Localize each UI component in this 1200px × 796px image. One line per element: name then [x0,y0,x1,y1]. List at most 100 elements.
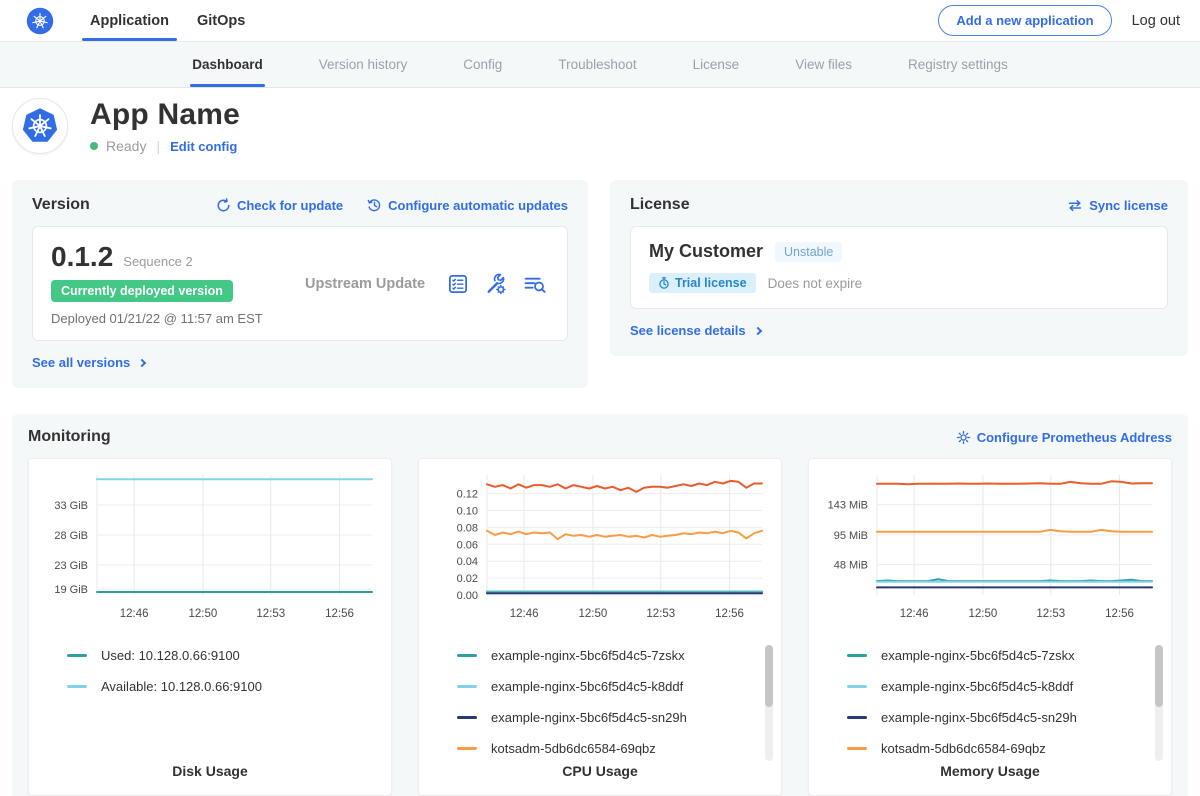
tab-registry-settings[interactable]: Registry settings [908,42,1008,87]
config-wrench-icon[interactable] [485,273,507,295]
version-sequence: Sequence 2 [123,254,192,269]
legend-color-dash [67,685,87,688]
refresh-icon [216,198,231,213]
nav-tab-gitops-label: GitOps [197,13,245,29]
customer-name: My Customer [649,241,763,262]
legend-color-dash [457,716,477,719]
legend-label: example-nginx-5bc6f5d4c5-sn29h [881,710,1077,725]
tab-config[interactable]: Config [463,42,502,87]
kubernetes-logo-icon [26,0,54,41]
license-summary-row: My Customer Unstable Trial license Does … [630,226,1168,309]
app-sub-nav: Dashboard Version history Config Trouble… [0,42,1200,88]
kubernetes-helm-icon [18,104,62,148]
legend-label: kotsadm-5db6dc6584-69qbz [491,741,656,756]
legend-item: example-nginx-5bc6f5d4c5-sn29h [847,710,1159,725]
legend-scrollbar[interactable] [1155,645,1163,761]
auto-update-clock-icon [367,198,382,213]
legend-color-dash [847,716,867,719]
tab-version-history[interactable]: Version history [319,42,408,87]
legend-item: example-nginx-5bc6f5d4c5-k8ddf [457,679,769,694]
license-card: License Sync license My Customer Unstabl… [610,180,1188,356]
legend-label: Used: 10.128.0.66:9100 [101,648,240,663]
deployed-badge: Currently deployed version [51,280,233,302]
chevron-right-icon [753,326,761,334]
nav-tab-application[interactable]: Application [76,0,183,41]
svg-text:19 GiB: 19 GiB [54,584,88,596]
app-header: App Name Ready | Edit config [0,88,1200,168]
chart-plot: 48 MiB95 MiB143 MiB12:4612:5012:5312:56 [821,467,1159,640]
sync-arrows-icon [1067,198,1083,213]
status-text: Ready [106,138,146,154]
svg-text:12:53: 12:53 [1036,608,1065,620]
svg-text:0.08: 0.08 [457,522,478,534]
chart-title: Disk Usage [29,763,391,779]
tab-troubleshoot[interactable]: Troubleshoot [558,42,636,87]
legend-item: Available: 10.128.0.66:9100 [67,679,379,694]
top-nav: Application GitOps Add a new application… [0,0,1200,42]
divider: | [154,138,162,154]
legend-item: example-nginx-5bc6f5d4c5-sn29h [457,710,769,725]
legend-item: kotsadm-5db6dc6584-69qbz [847,741,1159,756]
chart-legend: example-nginx-5bc6f5d4c5-7zskxexample-ng… [431,648,769,756]
svg-text:0.06: 0.06 [457,539,478,551]
svg-text:12:50: 12:50 [578,608,607,620]
svg-text:12:56: 12:56 [325,608,354,620]
svg-text:12:56: 12:56 [1105,608,1134,620]
configure-prometheus-link[interactable]: Configure Prometheus Address [956,430,1172,445]
svg-text:0.00: 0.00 [457,590,478,602]
chart-legend: example-nginx-5bc6f5d4c5-7zskx example-ng… [821,648,1159,756]
preflight-checks-icon[interactable] [447,273,469,295]
scrollbar-thumb[interactable] [1155,645,1163,707]
legend-scrollbar[interactable] [765,645,773,761]
tab-dashboard[interactable]: Dashboard [192,42,263,87]
chart-canvas: 0.000.020.040.060.080.100.1212:4612:5012… [431,467,768,635]
legend-label: example-nginx-5bc6f5d4c5-sn29h [491,710,687,725]
scrollbar-thumb[interactable] [765,645,773,707]
see-license-details-link[interactable]: See license details [630,323,761,338]
edit-config-link[interactable]: Edit config [170,139,237,154]
legend-color-dash [67,654,87,657]
version-card-title: Version [32,196,90,214]
license-card-title: License [630,196,690,214]
svg-text:0.04: 0.04 [457,556,478,568]
tab-license[interactable]: License [693,42,740,87]
nav-tab-application-label: Application [90,13,169,29]
chart-plot: 19 GiB23 GiB28 GiB33 GiB12:4612:5012:531… [41,467,379,640]
svg-text:0.02: 0.02 [457,573,478,585]
chart-canvas: 19 GiB23 GiB28 GiB33 GiB12:4612:5012:531… [41,467,378,635]
deployed-timestamp: Deployed 01/21/22 @ 11:57 am EST [51,311,291,326]
see-all-versions-link[interactable]: See all versions [32,355,145,370]
deploy-logs-icon[interactable] [523,274,547,294]
svg-text:23 GiB: 23 GiB [54,560,88,572]
chart-plot: 0.000.020.040.060.080.100.1212:4612:5012… [431,467,769,640]
logout-button[interactable]: Log out [1132,13,1180,29]
chart-canvas: 48 MiB95 MiB143 MiB12:4612:5012:5312:56 [821,467,1158,635]
tab-view-files[interactable]: View files [795,42,852,87]
svg-text:12:46: 12:46 [120,608,149,620]
cpu-usage-chart-card: 0.000.020.040.060.080.100.1212:4612:5012… [418,458,782,796]
add-application-button[interactable]: Add a new application [938,5,1111,36]
nav-tab-gitops[interactable]: GitOps [183,0,259,41]
legend-label: Available: 10.128.0.66:9100 [101,679,262,694]
sync-license-link[interactable]: Sync license [1067,198,1168,213]
page-title: App Name [90,98,240,132]
chevron-right-icon [138,358,146,366]
configure-automatic-updates-link[interactable]: Configure automatic updates [367,198,568,213]
legend-color-dash [847,747,867,750]
legend-label: example-nginx-5bc6f5d4c5-7zskx [881,648,1075,663]
gear-icon [956,430,971,445]
svg-text:143 MiB: 143 MiB [828,500,868,512]
legend-color-dash [847,685,867,688]
legend-color-dash [457,685,477,688]
legend-item: example-nginx-5bc6f5d4c5-k8ddf [847,679,1159,694]
version-number: 0.1.2 [51,241,113,273]
legend-color-dash [847,654,867,657]
svg-text:28 GiB: 28 GiB [54,530,88,542]
legend-label: example-nginx-5bc6f5d4c5-k8ddf [491,679,683,694]
svg-text:12:50: 12:50 [188,608,217,620]
memory-usage-chart-card: 48 MiB95 MiB143 MiB12:4612:5012:5312:56 … [808,458,1172,796]
current-version-row: 0.1.2 Sequence 2 Currently deployed vers… [32,226,568,341]
check-for-update-link[interactable]: Check for update [216,198,343,213]
legend-color-dash [457,747,477,750]
svg-text:12:46: 12:46 [510,608,539,620]
